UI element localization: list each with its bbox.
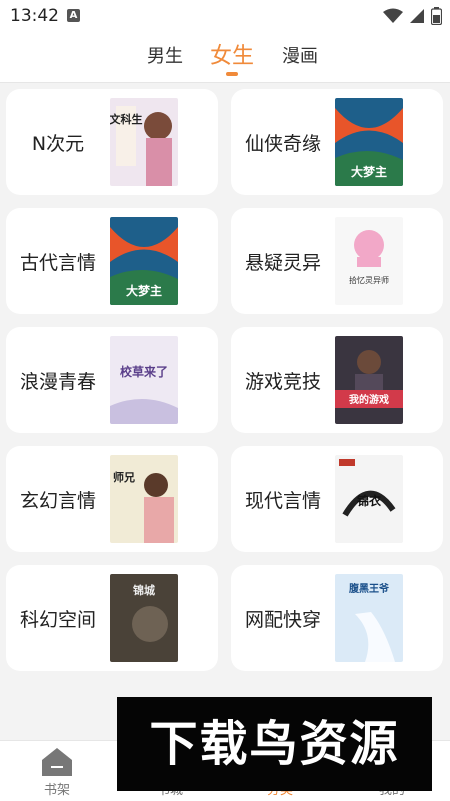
category-card-modern-romance[interactable]: 现代言情 锦衣: [231, 446, 443, 552]
cover-title-2: 大梦主: [351, 164, 387, 179]
category-card-xianxia[interactable]: 仙侠奇缘 大梦主: [231, 89, 443, 195]
category-label: 玄幻言情: [19, 490, 96, 512]
cover-title-8: 锦衣: [357, 493, 381, 508]
top-tab-bar: 男生 女生 漫画: [0, 32, 450, 83]
cover-title-7: 师兄: [113, 470, 135, 484]
book-cover: 腹黑王爷: [335, 574, 403, 662]
watermark-banner: 下载鸟资源: [117, 697, 432, 791]
cover-title-5: 校草来了: [120, 364, 168, 379]
category-label: 古代言情: [19, 252, 96, 274]
cover-title-10: 腹黑王爷: [349, 582, 390, 595]
cover-title-4: 拾忆灵异师: [349, 275, 389, 285]
active-tab-indicator: [226, 72, 238, 76]
cover-title-3: 大梦主: [126, 283, 162, 298]
category-card-voice-transmigration[interactable]: 网配快穿 腹黑王爷: [231, 565, 443, 671]
tab-comics[interactable]: 漫画: [282, 42, 318, 68]
category-label: 浪漫青春: [19, 371, 96, 393]
category-card-ancient-romance[interactable]: 古代言情 大梦主: [6, 208, 218, 314]
book-cover: 锦衣: [335, 455, 403, 543]
category-card-scifi[interactable]: 科幻空间 锦城: [6, 565, 218, 671]
book-cover: 大梦主: [110, 217, 178, 305]
category-card-suspense[interactable]: 悬疑灵异 拾忆灵异师: [231, 208, 443, 314]
category-label: 科幻空间: [19, 609, 96, 631]
book-cover: 师兄: [110, 455, 178, 543]
category-label: 仙侠奇缘: [244, 133, 321, 155]
book-cover: 大梦主: [335, 98, 403, 186]
signal-icon: [410, 9, 424, 23]
wifi-icon: [383, 8, 403, 23]
cover-title-9: 锦城: [133, 583, 155, 597]
tab-female[interactable]: 女生: [210, 38, 254, 70]
bookshelf-icon: [42, 748, 72, 776]
status-bar: 13:42 A: [0, 0, 450, 32]
book-cover: 文科生: [110, 98, 178, 186]
tab-male[interactable]: 男生: [147, 42, 183, 68]
category-card-fantasy-romance[interactable]: 玄幻言情 师兄: [6, 446, 218, 552]
status-time: 13:42: [10, 6, 59, 26]
book-cover: 锦城: [110, 574, 178, 662]
category-card-gaming[interactable]: 游戏竞技 我的游戏: [231, 327, 443, 433]
bottom-nav-label: 书架: [43, 783, 70, 798]
battery-icon: [431, 7, 442, 25]
cover-title-1: 文科生: [110, 112, 143, 126]
category-card-n-dimension[interactable]: N次元 文科生: [6, 89, 218, 195]
cover-title-6: 我的游戏: [349, 393, 389, 406]
book-cover: 校草来了: [110, 336, 178, 424]
category-label: 游戏竞技: [244, 371, 321, 393]
category-label: N次元: [31, 133, 85, 155]
category-label: 网配快穿: [244, 609, 321, 631]
system-icons: [383, 6, 442, 26]
notification-a-icon: A: [67, 9, 80, 22]
category-label: 现代言情: [244, 490, 321, 512]
category-label: 悬疑灵异: [244, 252, 321, 274]
category-card-youth[interactable]: 浪漫青春 校草来了: [6, 327, 218, 433]
book-cover: 我的游戏: [335, 336, 403, 424]
book-cover: 拾忆灵异师: [335, 217, 403, 305]
